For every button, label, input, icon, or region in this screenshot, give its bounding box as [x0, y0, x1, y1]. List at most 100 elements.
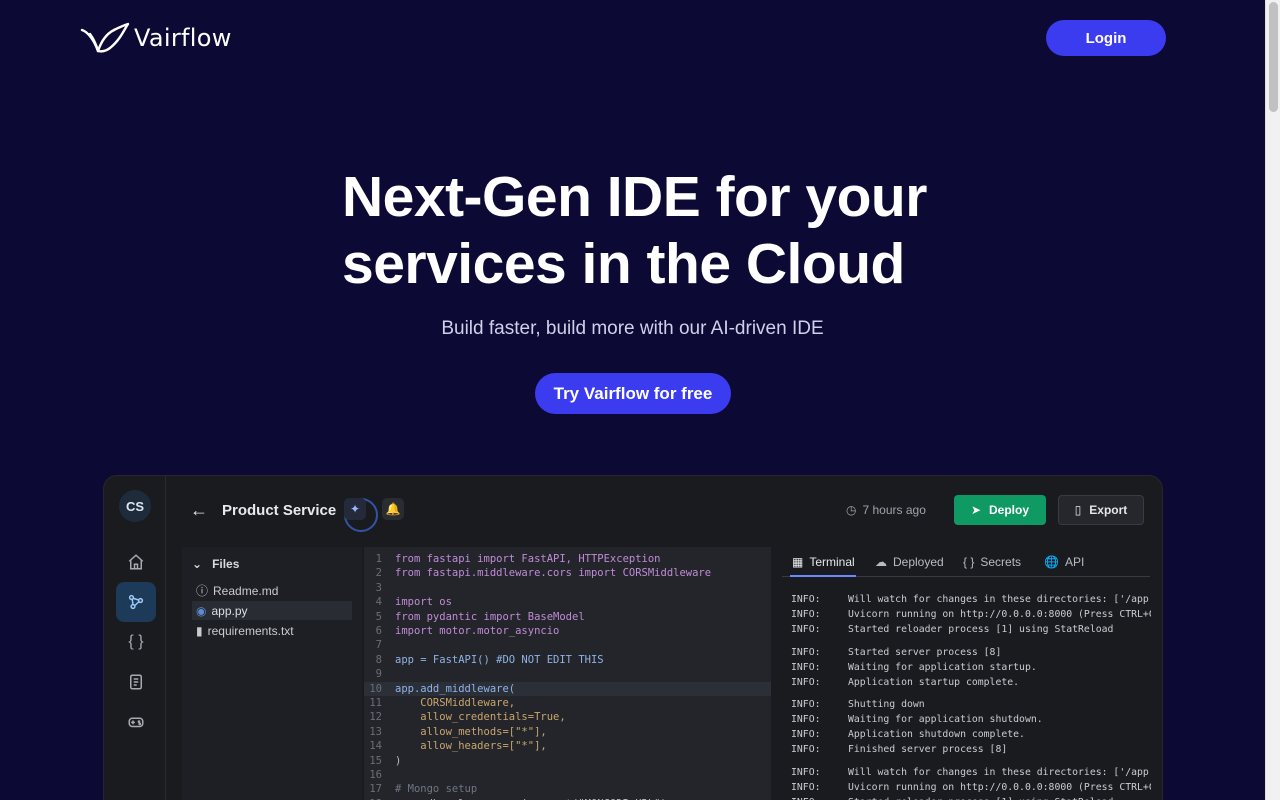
line-number: 7 — [375, 639, 382, 652]
terminal-line: INFO: Started server process [8] — [791, 647, 1151, 658]
line-number: 16 — [369, 769, 382, 781]
line-number: 11 — [369, 697, 382, 709]
code-line: 11 CORSMiddleware, — [364, 696, 771, 710]
braces-icon[interactable]: { } — [116, 622, 156, 662]
bell-icon[interactable]: 🔔 — [382, 498, 404, 520]
ide-topbar: ← Product Service ✦ 🔔 ◷ 7 hours ago ➤ De… — [166, 476, 1162, 542]
brand-name: Vairflow — [134, 24, 232, 52]
code-text: ) — [395, 754, 402, 767]
braces-icon: { } — [963, 555, 975, 569]
document-icon[interactable] — [116, 662, 156, 702]
code-line: 2 from fastapi.middleware.cors import COR… — [364, 566, 771, 580]
globe-icon: 🌐 — [1044, 555, 1059, 569]
vairflow-logo-icon — [80, 22, 130, 53]
deploy-button[interactable]: ➤ Deploy — [954, 495, 1046, 525]
active-tab-indicator — [790, 575, 856, 577]
back-arrow-icon[interactable]: ← — [190, 500, 208, 521]
login-button[interactable]: Login — [1046, 20, 1166, 56]
log-message: Uvicorn running on http://0.0.0.0:8000 (… — [848, 609, 1151, 620]
code-line: 13 allow_methods=["*"], — [364, 725, 771, 739]
log-level: INFO: — [791, 699, 821, 710]
log-level: INFO: — [791, 609, 821, 620]
hero-title-line-1: Next-Gen IDE for your — [342, 165, 927, 229]
brand-logo[interactable]: Vairflow — [80, 22, 232, 54]
line-number: 2 — [375, 567, 382, 580]
tab-terminal[interactable]: ▦ Terminal — [792, 555, 855, 569]
last-updated: ◷ 7 hours ago — [846, 503, 926, 517]
log-message: Application shutdown complete. — [848, 729, 1025, 740]
file-name: requirements.txt — [207, 623, 294, 638]
line-number: 9 — [375, 668, 382, 681]
log-message: Started server process [8] — [848, 646, 1002, 658]
code-line: 6 import motor.motor_asyncio — [364, 624, 771, 638]
tab-secrets[interactable]: { } Secrets — [963, 555, 1021, 569]
ide-sidebar-rail: CS { } — [104, 476, 166, 800]
code-editor[interactable]: 1 from fastapi import FastAPI, HTTPExcept… — [364, 547, 771, 800]
terminal-line: INFO: Uvicorn running on http://0.0.0.0:8… — [791, 782, 1151, 793]
log-message: Waiting for application startup. — [848, 661, 1037, 673]
avatar[interactable]: CS — [119, 490, 151, 522]
tab-label: Deployed — [893, 555, 944, 569]
deploy-label: Deploy — [989, 503, 1030, 517]
files-header-label: Files — [212, 557, 240, 571]
file-item-app[interactable]: ◉ app.py — [192, 601, 352, 620]
line-number: 6 — [375, 625, 382, 637]
line-number: 12 — [369, 711, 382, 724]
code-line: 10 app.add_middleware( — [364, 681, 771, 696]
code-text: from fastapi.middleware.cors import CORS… — [395, 567, 712, 580]
terminal-line: INFO: Will watch for changes in these dir… — [791, 767, 1151, 778]
hero-title-line-2: services in the Cloud — [342, 232, 905, 296]
code-line: 3 — [364, 581, 771, 595]
export-button[interactable]: ▯ Export — [1058, 495, 1144, 525]
code-line: 17 # Mongo setup — [364, 782, 771, 796]
terminal-line: INFO: Waiting for application startup. — [791, 662, 1151, 673]
ide-preview: CS { } ← Product Service ✦ 🔔 ◷ 7 hours a… — [103, 475, 1163, 800]
code-line: 14 allow_headers=["*"], — [364, 739, 771, 753]
ai-sparkle-icon[interactable]: ✦ — [344, 498, 366, 520]
log-level: INFO: — [791, 729, 821, 740]
python-icon: ◉ — [196, 603, 207, 618]
scrollbar-thumb[interactable] — [1269, 2, 1278, 112]
terminal-line: INFO:Started reloader process [1] using … — [791, 624, 1151, 635]
terminal-line: INFO:Started reloader process [1] using … — [791, 797, 1151, 800]
log-message: Finished server process [8] — [848, 744, 1008, 755]
tab-api[interactable]: 🌐 API — [1044, 555, 1084, 569]
terminal-line: INFO: Will watch for changes in these dir… — [791, 594, 1151, 605]
log-message: Will watch for changes in these director… — [848, 594, 1151, 605]
code-line: 16 — [364, 768, 771, 782]
cloud-icon: ☁ — [875, 555, 887, 569]
gamepad-icon[interactable] — [116, 702, 156, 742]
files-header[interactable]: ⌄ Files — [192, 557, 239, 571]
log-message: Shutting down — [848, 699, 925, 710]
tab-deployed[interactable]: ☁ Deployed — [875, 555, 944, 569]
line-number: 14 — [369, 740, 382, 753]
code-text: import motor.motor_asyncio — [395, 625, 560, 637]
code-line: 8 app = FastAPI() #DO NOT EDIT THIS — [364, 653, 771, 667]
code-line: 15) — [364, 754, 771, 768]
hero-subtitle: Build faster, build more with our AI-dri… — [441, 318, 824, 339]
file-name: Readme.md — [213, 583, 279, 598]
info-icon: ⓘ — [196, 584, 209, 598]
file-item-requirements[interactable]: ▮ requirements.txt — [192, 621, 352, 640]
file-explorer: ⌄ Files ⓘ Readme.md ◉ app.py ▮ requireme… — [182, 547, 362, 800]
page-scrollbar[interactable] — [1265, 0, 1280, 800]
site-header: Vairflow Login — [0, 0, 1265, 80]
log-level: INFO: — [791, 714, 821, 725]
line-number: 1 — [375, 553, 382, 565]
file-item-readme[interactable]: ⓘ Readme.md — [192, 581, 352, 600]
code-text: app = FastAPI() #DO NOT EDIT THIS — [395, 653, 604, 666]
code-text: allow_methods=["*"], — [395, 725, 547, 738]
export-label: Export — [1089, 503, 1128, 517]
try-free-button[interactable]: Try Vairflow for free — [535, 373, 731, 414]
terminal-line: INFO: Shutting down — [791, 699, 1151, 710]
tab-label: API — [1064, 555, 1085, 569]
services-graph-icon[interactable] — [116, 582, 156, 622]
tab-label: Secrets — [980, 555, 1022, 569]
code-text: # Mongo setup — [395, 783, 478, 796]
panel-tabs: ▦ Terminal ☁ Deployed { } Secrets 🌐 API — [782, 547, 1150, 577]
log-level: INFO: — [791, 781, 821, 793]
home-icon[interactable] — [116, 542, 156, 582]
line-number: 3 — [375, 581, 382, 594]
line-number: 17 — [369, 783, 382, 796]
log-level: INFO: — [791, 766, 821, 778]
